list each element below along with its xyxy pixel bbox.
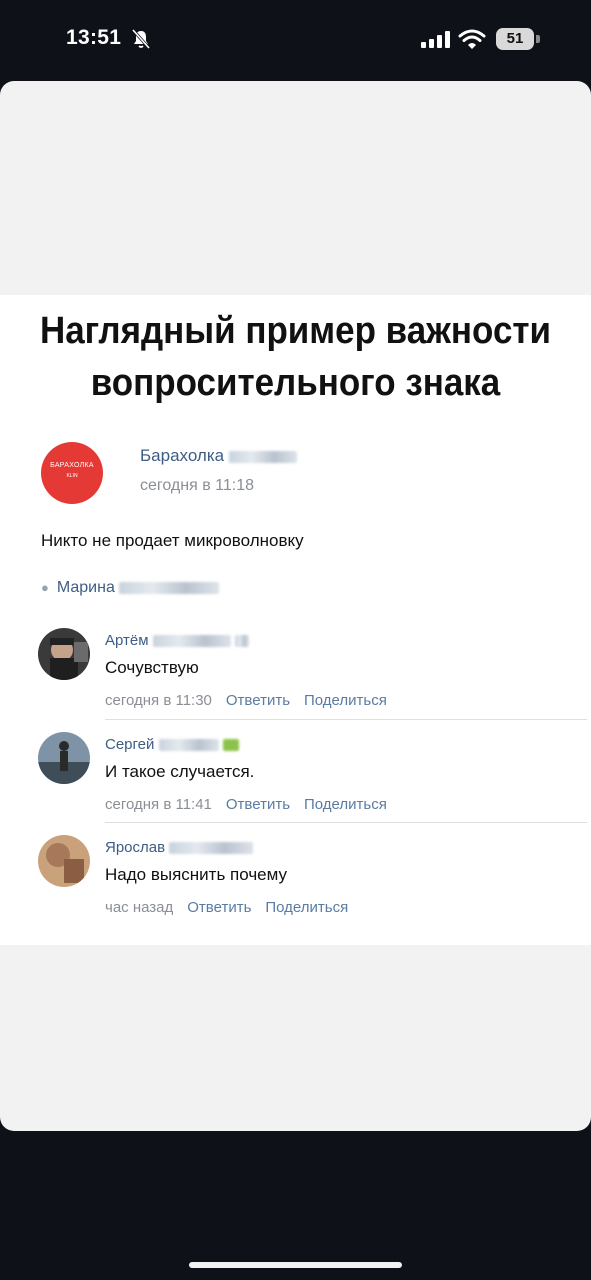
blurred-text [119, 581, 220, 594]
group-avatar: БАРАХОЛКА KLIN [41, 442, 103, 504]
battery-level: 51 [496, 28, 534, 50]
post-text: Никто не продает микроволновку [41, 531, 304, 550]
status-time: 13:51 [66, 26, 122, 49]
post-author: ● Марина [41, 579, 220, 597]
comment-text: И такое случается. [105, 762, 255, 781]
wifi-icon [458, 29, 486, 49]
group-name-text: Барахолка [140, 446, 225, 465]
divider [105, 719, 587, 720]
blurred-text [228, 450, 297, 463]
comment-author: Ярослав [105, 839, 254, 856]
comment-time: час назад [105, 899, 174, 916]
battery-indicator: 51 [496, 28, 540, 50]
blurred-text [152, 635, 231, 648]
comment-author: Сергей [105, 736, 239, 753]
share-button[interactable]: Поделиться [304, 692, 387, 709]
headline-line-1: Наглядный пример важности [39, 310, 552, 352]
reply-button[interactable]: Ответить [187, 899, 251, 916]
blurred-text [234, 635, 249, 648]
comment-author-name: Ярослав [105, 839, 166, 856]
comment-author: Артём [105, 632, 249, 649]
home-indicator[interactable] [189, 1262, 402, 1268]
group-logo-sub: KLIN [66, 473, 78, 479]
comment-text: Сочувствую [105, 658, 199, 677]
avatar [38, 732, 90, 784]
avatar [38, 628, 90, 680]
comment-meta: час назад Ответить Поделиться [105, 899, 362, 916]
status-bar: 13:51 51 [0, 0, 591, 80]
meme-image: Наглядный пример важности вопросительног… [0, 295, 591, 945]
reply-button[interactable]: Ответить [226, 692, 290, 709]
comment-author-name: Артём [105, 632, 149, 649]
comment-author-name: Сергей [105, 736, 155, 753]
image-card[interactable]: Наглядный пример важности вопросительног… [0, 81, 591, 1131]
battery-cap [536, 35, 540, 43]
group-name: Барахолка [140, 446, 297, 466]
reply-button[interactable]: Ответить [226, 796, 290, 813]
blurred-text [222, 739, 239, 752]
share-button[interactable]: Поделиться [265, 899, 348, 916]
group-logo-text: БАРАХОЛКА [50, 462, 94, 469]
bell-muted-icon [131, 29, 151, 49]
comment-time: сегодня в 11:30 [105, 692, 212, 709]
divider [105, 822, 587, 823]
post-author-name: Марина [56, 579, 115, 596]
share-button[interactable]: Поделиться [304, 796, 387, 813]
comment-text: Надо выяснить почему [105, 865, 288, 884]
cellular-signal-icon [421, 31, 450, 48]
comment-meta: сегодня в 11:41 Ответить Поделиться [105, 796, 401, 813]
blurred-text [169, 842, 254, 855]
comment: Ярослав Надо выяснить почему час назад От… [38, 835, 590, 935]
avatar [38, 835, 90, 887]
blurred-text [158, 739, 219, 752]
person-icon: ● [41, 580, 49, 595]
meme-headline: Наглядный пример важности вопросительног… [24, 305, 568, 409]
post-time: сегодня в 11:18 [140, 477, 255, 494]
headline-line-2: вопросительного знака [90, 362, 501, 404]
comment-time: сегодня в 11:41 [105, 796, 212, 813]
comment-meta: сегодня в 11:30 Ответить Поделиться [105, 692, 401, 709]
comment: Сергей И такое случается. сегодня в 11:4… [38, 732, 590, 832]
comment: Артём Сочувствую сегодня в 11:30 Ответить… [38, 628, 590, 728]
